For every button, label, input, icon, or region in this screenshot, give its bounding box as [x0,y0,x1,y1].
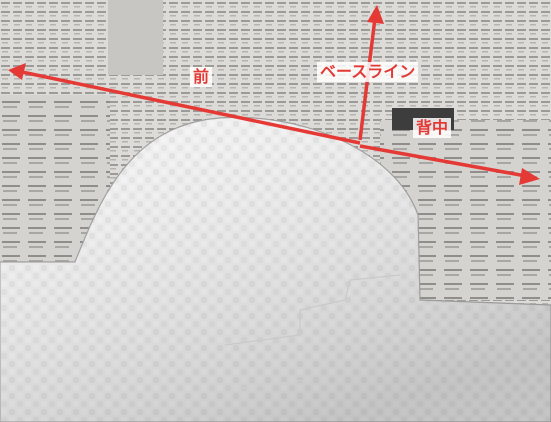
front-label: 前 [190,67,213,87]
back-label: 背中 [413,118,452,138]
newspaper-headline-block [108,0,163,75]
photo-scene [0,0,551,422]
baseline-label: ベースライン [317,62,419,82]
